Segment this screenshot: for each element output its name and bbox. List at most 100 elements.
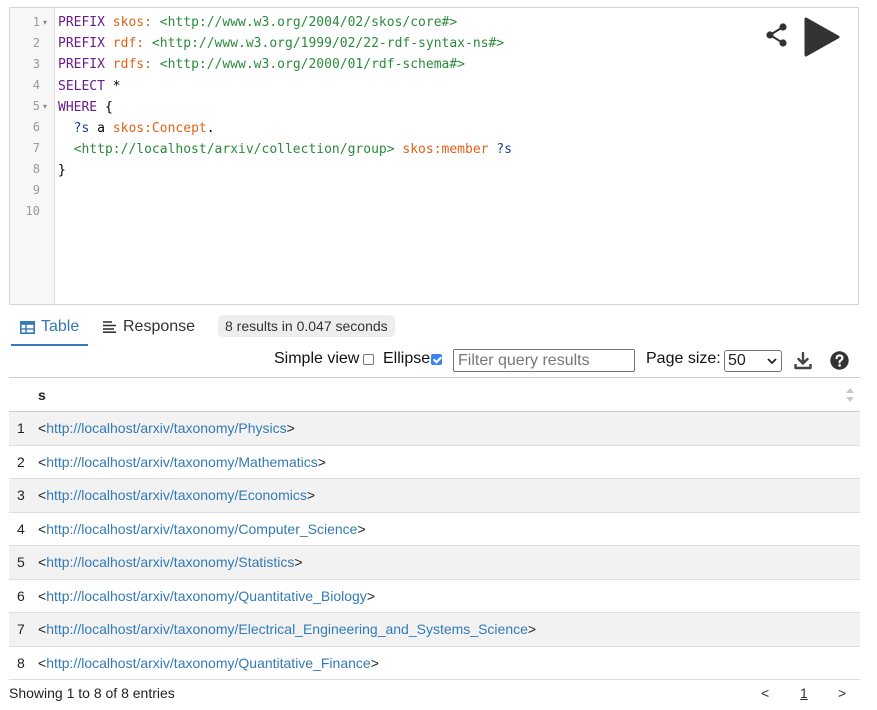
row-value: <http://localhost/arxiv/taxonomy/Quantit…	[38, 655, 379, 671]
bracket: >	[306, 487, 316, 503]
previous-page-button[interactable]: <	[761, 685, 769, 701]
iri: <http://www.w3.org/1999/02/22-rdf-syntax…	[144, 36, 505, 52]
table-row: 6 <http://localhost/arxiv/taxonomy/Quanti…	[9, 580, 860, 613]
variable: ?s	[73, 120, 90, 136]
table-info: Showing 1 to 8 of 8 entries	[9, 685, 175, 701]
code-line: PREFIX rdfs: <http://www.w3.org/2000/01/…	[58, 54, 858, 75]
line-number: 7	[32, 141, 40, 155]
iri-link[interactable]: http://localhost/arxiv/taxonomy/Computer…	[46, 521, 357, 537]
keyword: PREFIX	[58, 36, 113, 52]
query-editor[interactable]: 1 ▾ 2 3 4 5 ▾ 6 7 8 9 10 PREFIX skos: <h…	[9, 7, 859, 305]
line-number: 1	[32, 15, 40, 29]
line-number: 2	[32, 36, 40, 50]
tab-table[interactable]: Table	[11, 310, 89, 346]
code-text: {	[97, 99, 113, 115]
line-number: 3	[32, 57, 40, 71]
bracket: <	[38, 654, 47, 671]
prefix: skos:	[112, 15, 152, 30]
prefix: rdf:	[112, 36, 145, 52]
table-row: 7 <http://localhost/arxiv/taxonomy/Electr…	[9, 613, 860, 647]
table-row: 2 <http://localhost/arxiv/taxonomy/Mathem…	[9, 446, 860, 479]
prefix: rdfs:	[112, 57, 152, 73]
sort-icon[interactable]	[846, 388, 854, 402]
page-size-select[interactable]: 50	[724, 350, 782, 372]
table-controls: Simple view Ellipse Page size: 50	[0, 346, 877, 376]
line-number: 8	[32, 162, 40, 176]
simple-view-label: Simple view	[274, 350, 360, 367]
keyword: PREFIX	[58, 15, 113, 30]
keyword: SELECT	[58, 78, 105, 94]
column-header-s[interactable]: s	[38, 387, 46, 403]
fold-icon[interactable]: ▾	[43, 12, 47, 33]
share-icon[interactable]	[764, 22, 790, 48]
line-number: 4	[32, 78, 40, 92]
keyword: PREFIX	[58, 57, 113, 73]
row-index: 4	[17, 520, 25, 537]
code-line: WHERE {	[58, 97, 858, 118]
iri-link[interactable]: http://localhost/arxiv/taxonomy/Economic…	[46, 487, 307, 503]
row-value: <http://localhost/arxiv/taxonomy/Statist…	[38, 554, 303, 570]
play-icon[interactable]	[800, 16, 842, 58]
code-line: ?s a skos:Concept.	[58, 118, 858, 139]
code-area[interactable]: PREFIX skos: <http://www.w3.org/2004/02/…	[58, 12, 858, 224]
ellipse-label: Ellipse	[383, 350, 431, 367]
code-line: PREFIX skos: <http://www.w3.org/2004/02/…	[58, 12, 858, 33]
iri-link[interactable]: http://localhost/arxiv/taxonomy/Physics	[46, 420, 286, 436]
row-value: <http://localhost/arxiv/taxonomy/Physics…	[38, 420, 295, 436]
code-text: a	[89, 120, 113, 136]
iri-link[interactable]: http://localhost/arxiv/taxonomy/Quantita…	[46, 588, 367, 604]
row-value: <http://localhost/arxiv/taxonomy/Mathema…	[38, 454, 326, 470]
page-1-button[interactable]: 1	[800, 685, 808, 701]
row-value: <http://localhost/arxiv/taxonomy/Quantit…	[38, 588, 375, 604]
result-tabs: Table Response 8 results in 0.047 second…	[11, 310, 411, 346]
table-header[interactable]: s	[9, 378, 860, 412]
row-index: 7	[17, 621, 25, 637]
results-table: s 1 <http://localhost/arxiv/taxonomy/Phys…	[9, 377, 860, 680]
line-number: 9	[32, 183, 40, 197]
row-value: <http://localhost/arxiv/taxonomy/Economi…	[38, 487, 315, 503]
iri-link[interactable]: http://localhost/arxiv/taxonomy/Mathemat…	[46, 454, 318, 470]
code-text: .	[206, 120, 215, 136]
download-icon[interactable]	[794, 352, 812, 370]
line-number: 6	[32, 120, 40, 134]
bracket: <	[38, 487, 47, 503]
iri-link[interactable]: http://localhost/arxiv/taxonomy/Electric…	[46, 621, 528, 637]
table-row: 3 <http://localhost/arxiv/taxonomy/Econom…	[9, 479, 860, 513]
bracket: <	[38, 554, 47, 570]
iri: <http://www.w3.org/2000/01/rdf-schema#>	[151, 57, 466, 73]
row-index: 2	[17, 453, 25, 470]
code-text: *	[104, 78, 121, 94]
prefix: skos:member	[402, 142, 489, 158]
simple-view-checkbox[interactable]	[363, 354, 374, 365]
chevron-down-icon	[767, 358, 777, 365]
bracket: >	[357, 520, 366, 537]
row-index: 8	[17, 654, 25, 671]
bracket: <	[38, 453, 47, 470]
bracket: >	[317, 453, 326, 470]
iri-link[interactable]: http://localhost/arxiv/taxonomy/Quantita…	[46, 655, 371, 671]
bracket: >	[286, 420, 295, 436]
bracket: <	[38, 587, 47, 604]
code-text: }	[58, 163, 66, 179]
bracket: <	[38, 520, 47, 537]
next-page-button[interactable]: >	[838, 685, 846, 701]
fold-icon[interactable]: ▾	[43, 96, 47, 117]
bracket: <	[38, 621, 47, 637]
filter-input[interactable]	[453, 349, 635, 372]
variable: ?s	[496, 142, 512, 158]
iri-link[interactable]: http://localhost/arxiv/taxonomy/Statisti…	[46, 554, 294, 570]
bracket: >	[294, 554, 303, 570]
bracket: >	[366, 587, 375, 604]
help-icon[interactable]	[830, 351, 849, 370]
tab-response[interactable]: Response	[103, 310, 195, 344]
row-value: <http://localhost/arxiv/taxonomy/Electri…	[38, 621, 536, 637]
ellipse-checkbox[interactable]	[431, 354, 442, 365]
table-row: 4 <http://localhost/arxiv/taxonomy/Comput…	[9, 513, 860, 546]
tab-response-label: Response	[123, 318, 196, 335]
line-number: 10	[25, 204, 40, 218]
iri: <http://www.w3.org/2004/02/skos/core#>	[151, 15, 458, 30]
lines-icon	[103, 321, 116, 333]
